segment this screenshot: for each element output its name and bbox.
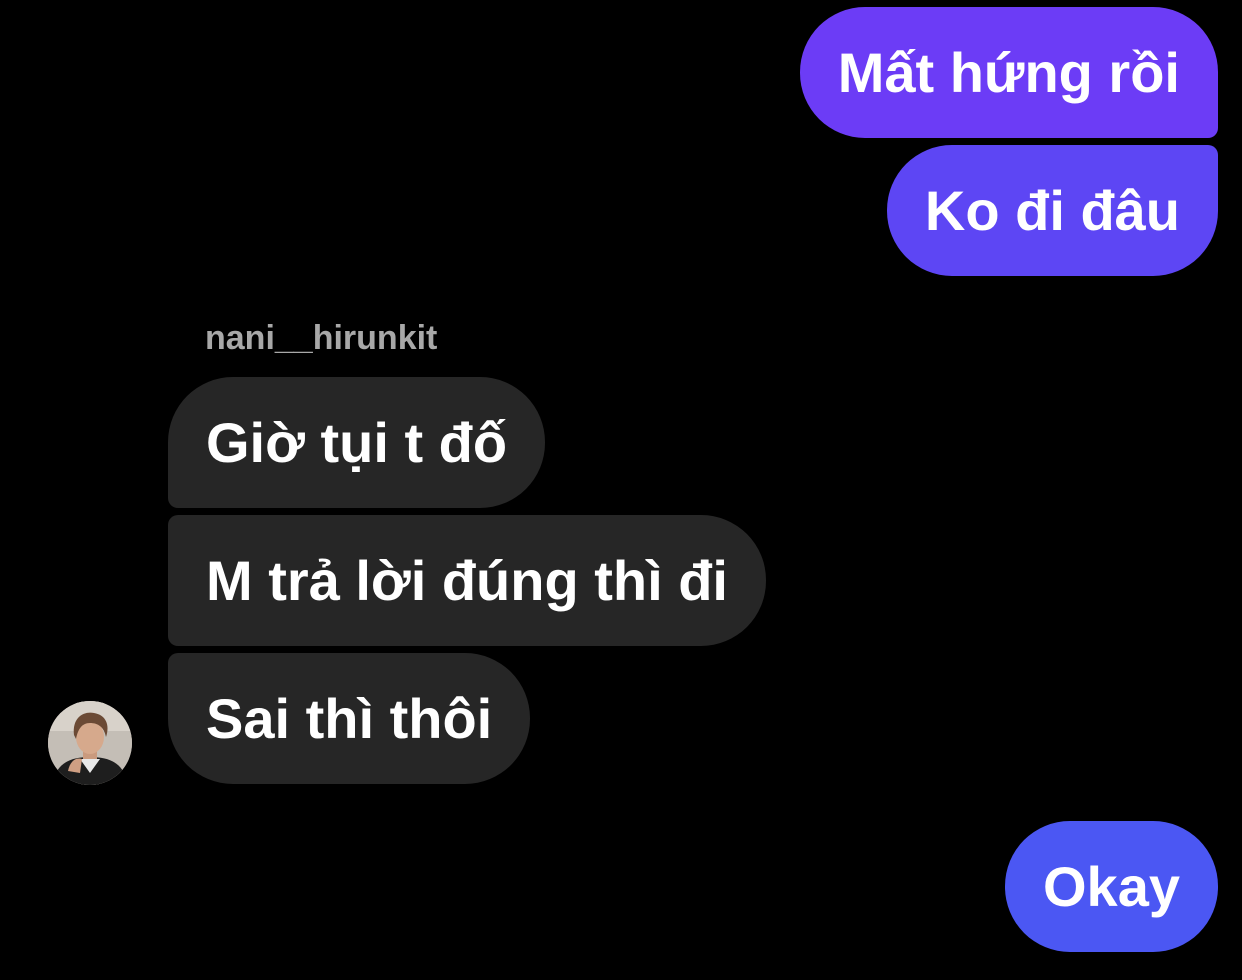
outgoing-message-bubble[interactable]: Okay: [1005, 821, 1218, 952]
outgoing-message-bubble[interactable]: Mất hứng rồi: [799, 7, 1218, 138]
incoming-message-bubble[interactable]: Sai thì thôi: [168, 653, 531, 784]
incoming-message-bubble[interactable]: Giờ tụi t đố: [168, 377, 546, 508]
sender-avatar[interactable]: [48, 701, 132, 785]
message-text: Sai thì thôi: [206, 686, 493, 750]
message-text: Mất hứng rồi: [837, 40, 1180, 104]
sender-username: nani__hirunkit: [205, 319, 438, 357]
incoming-message-bubble[interactable]: M trả lời đúng thì đi: [168, 515, 766, 646]
message-text: M trả lời đúng thì đi: [206, 548, 728, 612]
outgoing-message-bubble[interactable]: Ko đi đâu: [886, 145, 1218, 276]
message-text: Okay: [1043, 854, 1180, 918]
message-text: Giờ tụi t đố: [206, 410, 508, 474]
message-text: Ko đi đâu: [924, 178, 1180, 242]
profile-photo-avatar-icon: [48, 701, 132, 785]
